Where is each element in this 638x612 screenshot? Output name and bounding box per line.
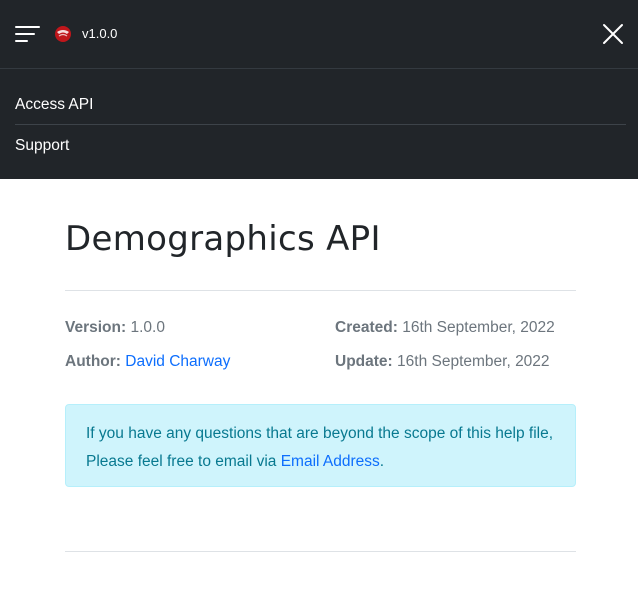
nav-item-support[interactable]: Support: [15, 136, 69, 156]
meta-version: Version: 1.0.0: [65, 318, 165, 338]
nav-divider: [15, 124, 626, 125]
author-label: Author:: [65, 353, 121, 370]
created-label: Created:: [335, 319, 398, 336]
page-title: Demographics API: [65, 219, 381, 259]
alert-trailing: .: [379, 453, 385, 470]
version-value: 1.0.0: [130, 319, 165, 336]
title-divider: [65, 290, 576, 291]
version-label: Version:: [65, 319, 127, 336]
meta-created: Created: 16th September, 2022: [335, 318, 555, 338]
update-label: Update:: [335, 353, 393, 370]
hamburger-menu-icon[interactable]: [15, 26, 41, 42]
created-value: 16th September, 2022: [402, 319, 555, 336]
footer-divider: [65, 551, 576, 552]
update-value: 16th September, 2022: [397, 353, 550, 370]
email-address-link[interactable]: Email Address: [281, 453, 380, 470]
info-alert: If you have any questions that are beyon…: [65, 404, 576, 487]
meta-author: Author: David Charway: [65, 352, 230, 372]
top-navbar: v1.0.0: [0, 0, 638, 68]
version-badge: v1.0.0: [82, 26, 118, 41]
nav-item-access-api[interactable]: Access API: [15, 95, 93, 115]
close-icon[interactable]: [601, 22, 625, 46]
author-link[interactable]: David Charway: [125, 353, 230, 370]
red-ruby-logo-icon[interactable]: [54, 25, 72, 43]
nav-menu: Access API Support: [0, 68, 638, 179]
meta-update: Update: 16th September, 2022: [335, 352, 550, 372]
